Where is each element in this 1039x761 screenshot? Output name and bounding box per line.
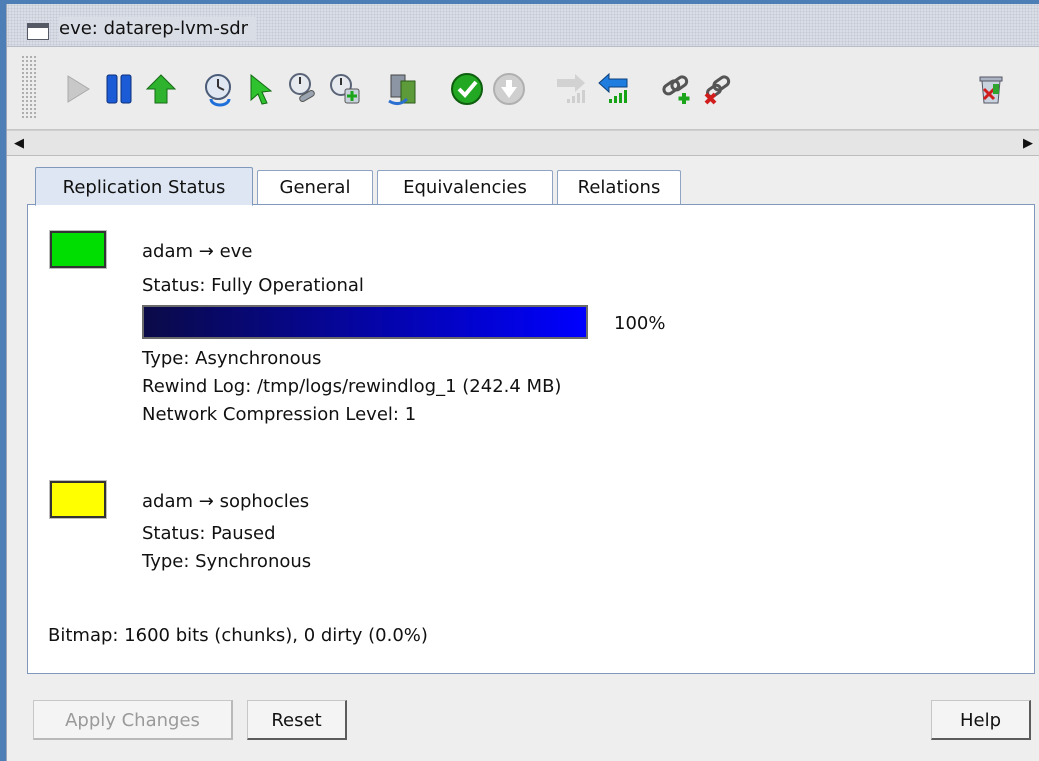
server-transfer-icon [388, 74, 416, 106]
link-add-button[interactable] [657, 67, 697, 111]
network-compression: Network Compression Level: 1 [142, 404, 417, 425]
clock-add-icon [330, 74, 360, 104]
pause-icon [106, 74, 132, 104]
replication-arrow: → [198, 241, 214, 262]
clock-add-button[interactable] [325, 67, 365, 111]
help-button[interactable]: Help [931, 700, 1031, 740]
status-color-indicator [49, 230, 107, 269]
link-remove-button[interactable] [699, 67, 739, 111]
reverse-signal-icon [598, 72, 628, 103]
toolbar-grip[interactable] [21, 55, 37, 119]
link-add-icon [662, 75, 690, 104]
replication-target: sophocles [219, 491, 310, 512]
play-button[interactable] [57, 67, 97, 111]
clock-refresh-icon [205, 74, 231, 107]
toolbar [7, 47, 1039, 130]
replication-type: Type: Synchronous [142, 551, 312, 572]
link-remove-icon [704, 75, 731, 105]
replication-arrow: → [198, 491, 214, 512]
replication-source: adam [142, 491, 194, 512]
move-up-button[interactable] [141, 67, 181, 111]
replication-progress-bar [142, 305, 588, 339]
replication-source: adam [142, 241, 194, 262]
toolbar-scrollbar[interactable]: ◀ ▶ [7, 130, 1039, 156]
replication-pair: adam → sophocles [142, 491, 309, 513]
replication-status-panel: adam → eve Status: Fully Operational 100… [27, 204, 1035, 674]
progress-percent: 100% [614, 313, 666, 334]
status-color-indicator [49, 480, 107, 519]
replication-pair: adam → eve [142, 241, 252, 263]
trash-icon [979, 76, 1003, 104]
forward-signal-button[interactable] [551, 67, 591, 111]
green-cursor-button[interactable] [241, 67, 281, 111]
tab-replication-status[interactable]: Replication Status [35, 167, 253, 206]
scroll-right-arrow-icon[interactable]: ▶ [1016, 131, 1039, 155]
down-circle-icon [493, 73, 525, 105]
forward-signal-icon [557, 74, 585, 103]
replication-status: Status: Fully Operational [142, 275, 364, 296]
clock-refresh-button[interactable] [199, 67, 239, 111]
pause-button[interactable] [99, 67, 139, 111]
title-bar[interactable]: eve: datarep-lvm-sdr [7, 4, 1039, 47]
reset-button[interactable]: Reset [247, 700, 347, 740]
clock-wrench-icon [289, 73, 315, 102]
application-window: eve: datarep-lvm-sdr ◀ ▶ Replication Sta… [6, 4, 1039, 761]
down-circle-button[interactable] [489, 67, 529, 111]
server-transfer-button[interactable] [383, 67, 423, 111]
window-title: eve: datarep-lvm-sdr [59, 17, 257, 41]
green-cursor-icon [250, 73, 273, 105]
check-button[interactable] [447, 67, 487, 111]
trash-button[interactable] [971, 67, 1011, 111]
clock-wrench-button[interactable] [283, 67, 323, 111]
replication-status: Status: Paused [142, 523, 276, 544]
window-icon[interactable] [27, 23, 49, 40]
tab-general[interactable]: General [257, 170, 373, 204]
replication-type: Type: Asynchronous [142, 348, 322, 369]
replication-target: eve [219, 241, 253, 262]
tab-relations[interactable]: Relations [557, 170, 681, 204]
tab-equivalencies[interactable]: Equivalencies [377, 170, 553, 204]
rewind-log: Rewind Log: /tmp/logs/rewindlog_1 (242.4… [142, 376, 562, 397]
reverse-signal-button[interactable] [593, 67, 633, 111]
up-arrow-icon [145, 74, 177, 104]
check-circle-icon [451, 73, 483, 105]
scroll-left-arrow-icon[interactable]: ◀ [7, 131, 31, 155]
apply-changes-button[interactable]: Apply Changes [33, 700, 233, 740]
bitmap-info: Bitmap: 1600 bits (chunks), 0 dirty (0.0… [48, 625, 428, 646]
progress-fill [144, 307, 586, 337]
play-icon [67, 75, 90, 103]
